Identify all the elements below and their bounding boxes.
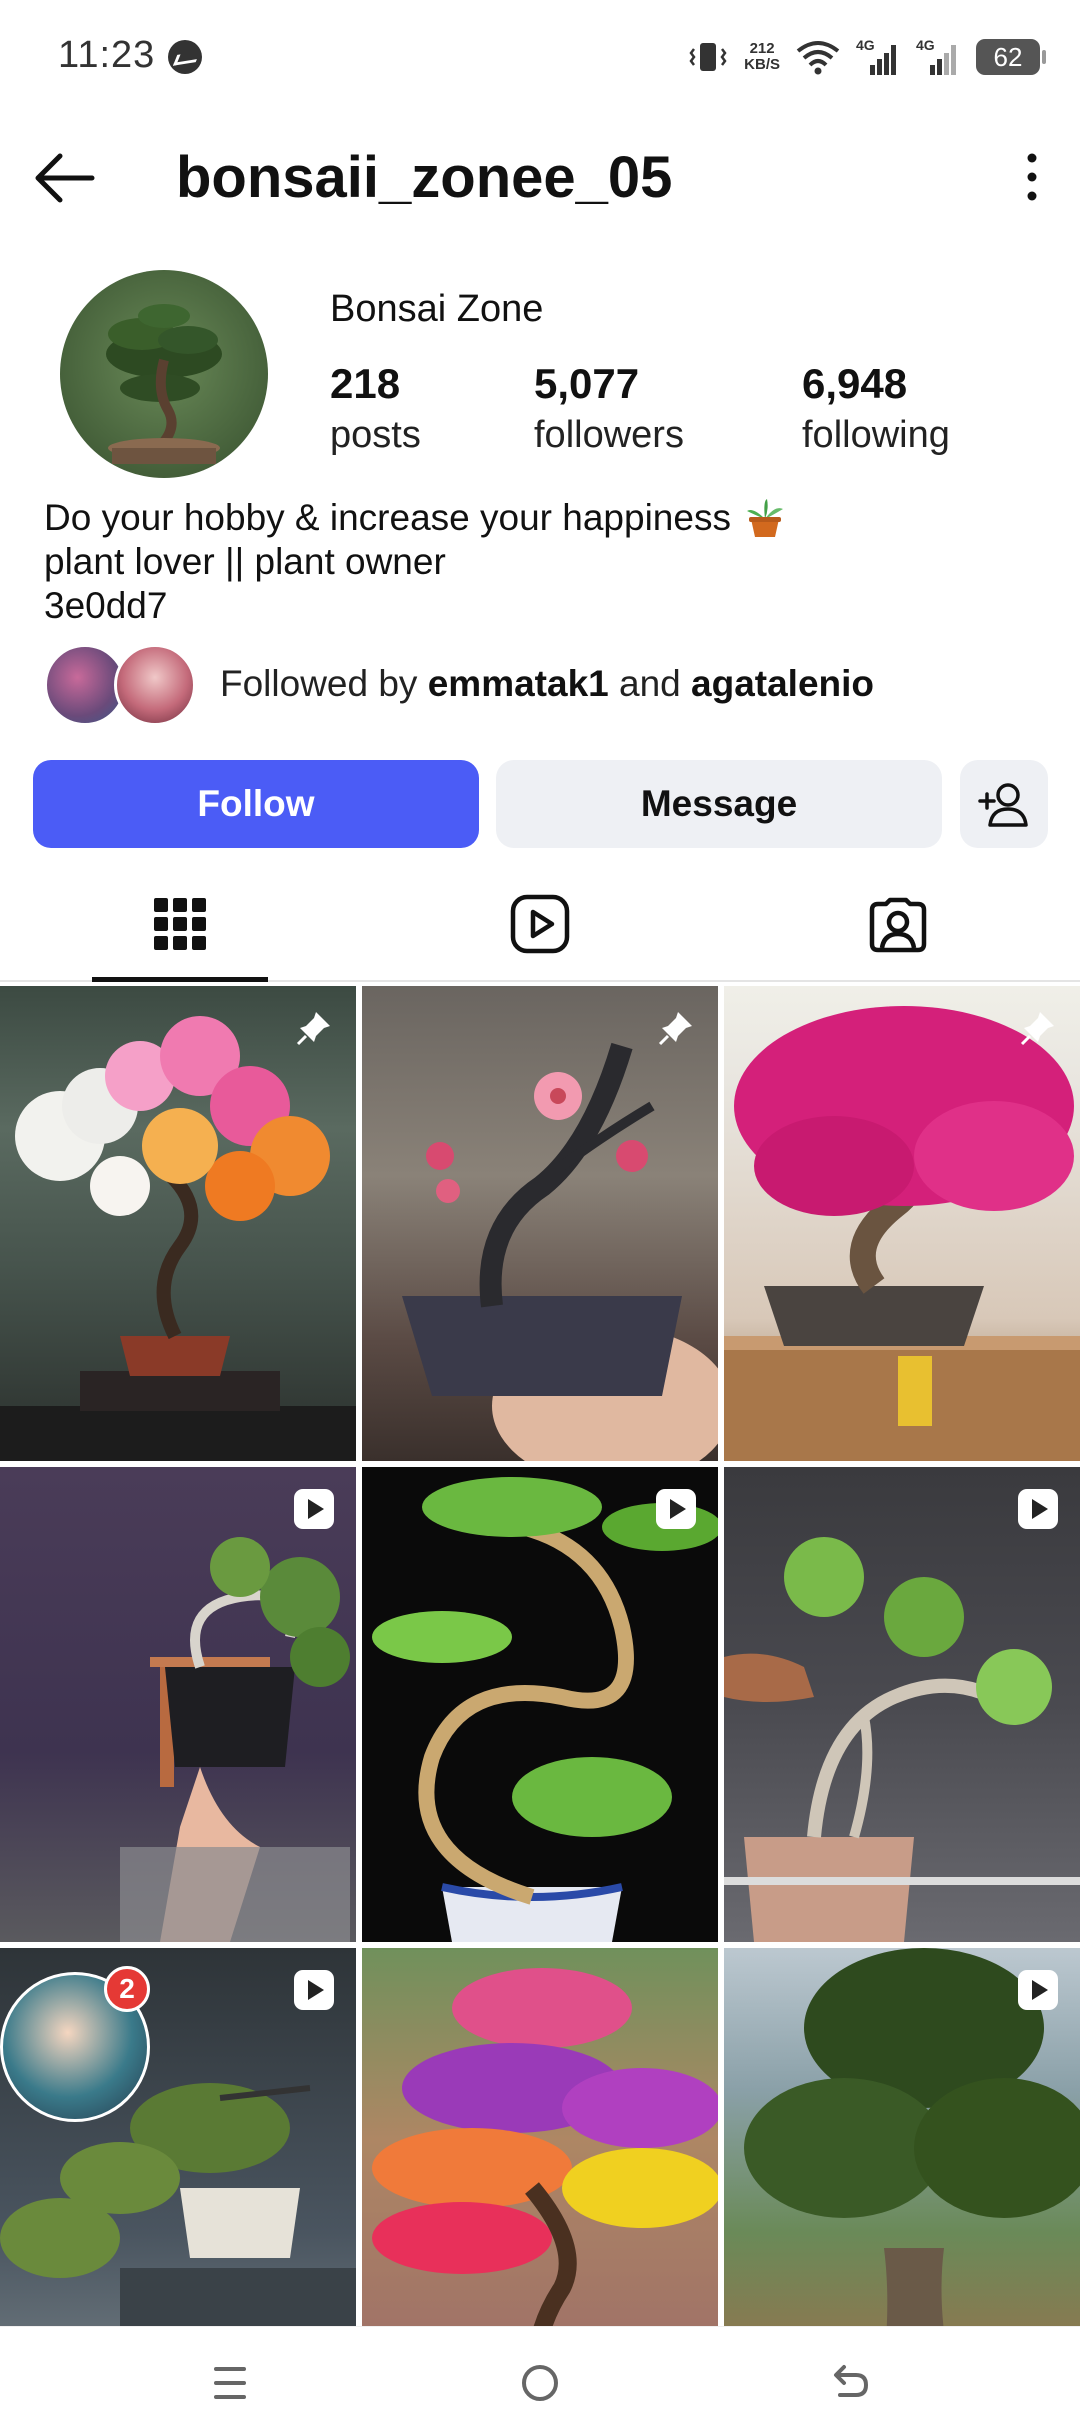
wifi-icon	[796, 41, 840, 75]
tab-posts-grid[interactable]	[92, 866, 268, 982]
post-image	[724, 1006, 1080, 1461]
profile-display-name: Bonsai Zone	[330, 288, 544, 330]
reel-icon	[1018, 1489, 1058, 1529]
bio-line: plant lover || plant owner	[44, 541, 446, 582]
signal-icon-sim1: 4G	[856, 37, 900, 77]
post-image	[372, 1477, 718, 1942]
grid-post-5[interactable]	[362, 1467, 718, 1942]
pin-icon	[1020, 1012, 1054, 1046]
bio-line: 3e0dd7	[44, 585, 168, 626]
post-image	[724, 1537, 1080, 1942]
reel-icon	[294, 1489, 334, 1529]
stat-following[interactable]: 6,948 following	[802, 358, 950, 460]
stat-posts[interactable]: 218 posts	[330, 358, 421, 460]
profile-bio: Do your hobby & increase your happiness …	[44, 496, 787, 628]
reels-icon	[510, 894, 570, 954]
mutual-username: agatalenio	[691, 663, 875, 704]
tagged-user-icon	[869, 897, 927, 953]
message-button[interactable]: Message	[496, 760, 942, 848]
reel-icon	[656, 1489, 696, 1529]
recent-apps-icon[interactable]	[200, 2353, 260, 2413]
grid-post-3[interactable]	[724, 986, 1080, 1461]
pin-icon	[296, 1012, 330, 1046]
network-speed: 212 KB/S	[744, 40, 780, 73]
messenger-notification-icon	[168, 40, 202, 74]
grid-post-4[interactable]	[0, 1467, 356, 1942]
mutual-avatar	[114, 644, 196, 726]
potted-plant-icon	[746, 499, 783, 537]
bonsai-avatar-image	[106, 304, 222, 464]
grid-icon	[154, 898, 206, 950]
profile-username: bonsaii_zonee_05	[176, 145, 673, 210]
profile-tabs	[0, 866, 1080, 982]
stat-label: posts	[330, 414, 421, 456]
suggested-users-button[interactable]	[960, 760, 1048, 848]
grid-post-6[interactable]	[724, 1467, 1080, 1942]
grid-post-9[interactable]	[724, 1948, 1080, 2326]
pin-icon	[658, 1012, 692, 1046]
reel-icon	[1018, 1970, 1058, 2010]
profile-header: bonsaii_zonee_05	[0, 118, 1080, 238]
stat-followers[interactable]: 5,077 followers	[534, 358, 684, 460]
battery-icon: 62	[976, 39, 1046, 75]
post-image	[362, 1948, 718, 2326]
stat-value: 5,077	[534, 360, 640, 407]
followed-by-row[interactable]: Followed by emmatak1 and agatalenio	[44, 640, 874, 728]
tab-tagged[interactable]	[810, 866, 986, 982]
grid-post-2[interactable]	[362, 986, 718, 1461]
reel-icon	[294, 1970, 334, 2010]
stat-label: following	[802, 414, 950, 456]
mutual-username: emmatak1	[427, 663, 609, 704]
follow-button[interactable]: Follow	[33, 760, 479, 848]
status-bar: 11:23 212 KB/S 4G 4G 62	[0, 0, 1080, 118]
bio-line: Do your hobby & increase your happiness	[44, 497, 731, 538]
stat-value: 6,948	[802, 360, 908, 407]
post-image	[0, 1016, 356, 1461]
home-icon[interactable]	[510, 2353, 570, 2413]
grid-post-7[interactable]: 2	[0, 1948, 356, 2326]
back-arrow-icon[interactable]	[32, 148, 96, 208]
signal-icon-sim2: 4G	[916, 37, 960, 77]
status-icons: 212 KB/S 4G 4G 62	[688, 32, 1046, 82]
followed-by-text: Followed by emmatak1 and agatalenio	[220, 663, 875, 704]
status-time: 11:23	[58, 34, 156, 76]
tab-reels[interactable]	[452, 866, 628, 982]
mutual-follower-avatars	[44, 640, 200, 728]
grid-post-1[interactable]	[0, 986, 356, 1461]
vibrate-icon	[689, 43, 727, 71]
more-options-icon[interactable]	[1024, 152, 1040, 202]
stat-value: 218	[330, 360, 401, 407]
grid-post-8[interactable]	[362, 1948, 718, 2326]
stat-label: followers	[534, 414, 684, 456]
system-navigation-bar	[0, 2326, 1080, 2436]
profile-avatar[interactable]	[60, 270, 268, 478]
add-user-icon	[978, 783, 1028, 827]
back-icon[interactable]	[820, 2353, 880, 2413]
post-image	[402, 1042, 718, 1461]
notification-count-badge: 2	[104, 1966, 150, 2012]
posts-grid: 2	[0, 986, 1080, 2326]
post-image	[120, 1537, 350, 1942]
